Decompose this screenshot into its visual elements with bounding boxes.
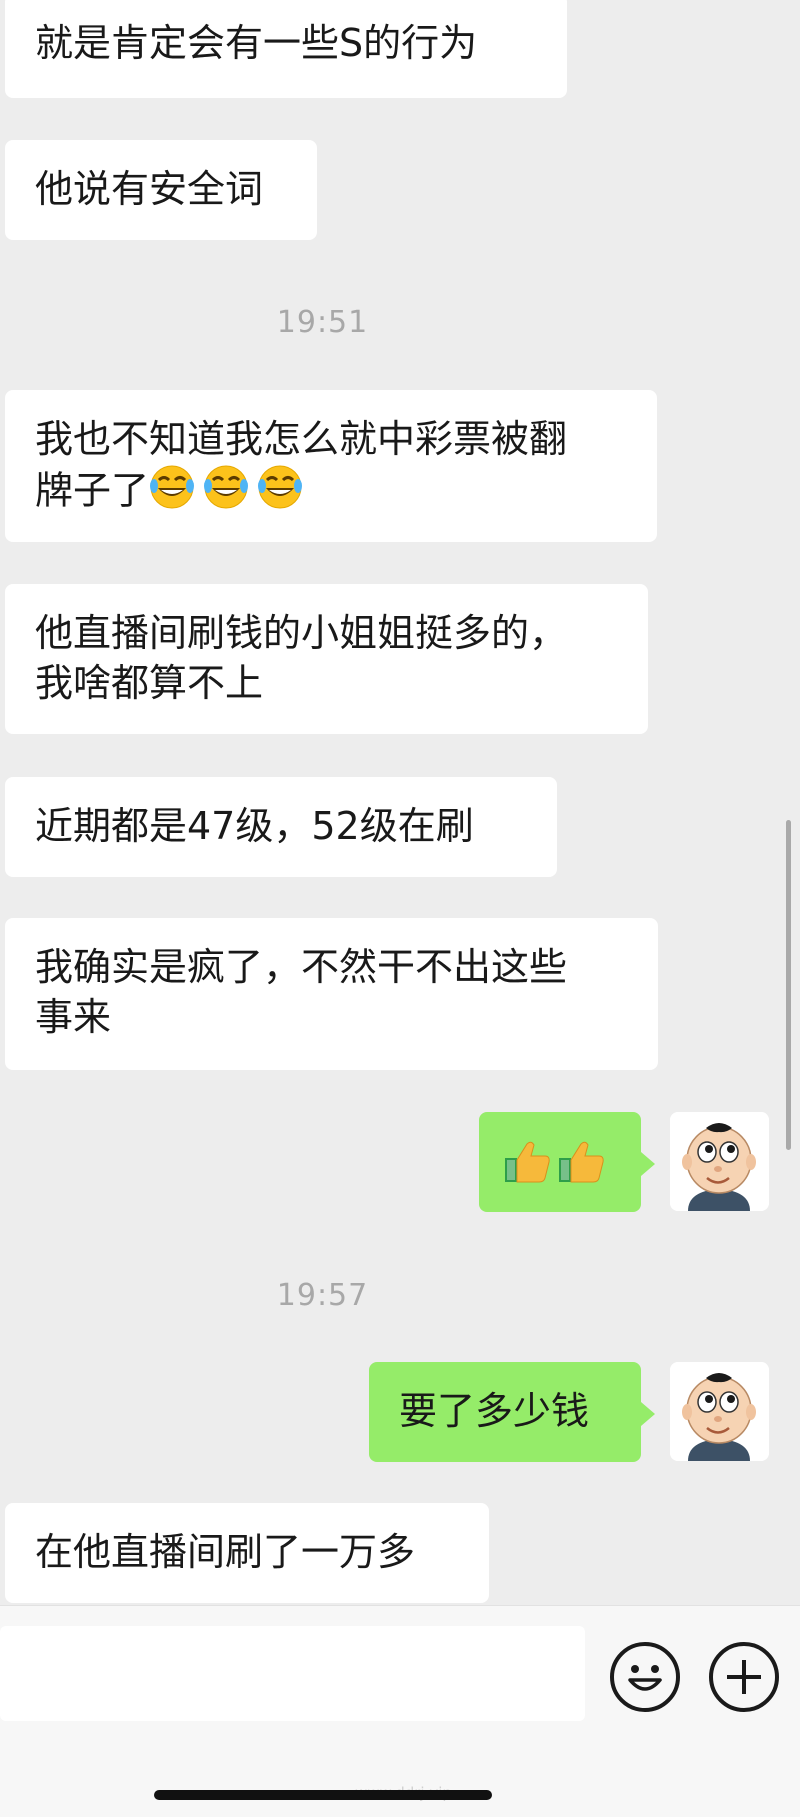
crying-laughing-face-icon	[149, 464, 305, 522]
message-text: 要了多少钱	[399, 1389, 590, 1433]
message-bubble-incoming[interactable]: 近期都是47级，52级在刷	[5, 777, 557, 877]
message-text-line: 我啥都算不上	[35, 661, 264, 705]
avatar[interactable]	[670, 1362, 769, 1461]
message-bubble-incoming[interactable]: 我也不知道我怎么就中彩票被翻 牌子了	[5, 390, 657, 542]
message-input[interactable]	[0, 1626, 585, 1721]
smiley-icon	[628, 1665, 662, 1691]
message-text: 近期都是47级，52级在刷	[35, 804, 474, 848]
plus-icon	[727, 1660, 761, 1694]
thumbs-up-icon	[503, 1138, 615, 1198]
timestamp: 19:57	[276, 1278, 369, 1313]
home-indicator[interactable]	[154, 1790, 492, 1800]
message-text: 就是肯定会有一些S的行为	[35, 21, 478, 65]
emoji-button[interactable]	[610, 1642, 680, 1712]
scrollbar[interactable]	[786, 820, 791, 1150]
chat-message-list[interactable]: 就是肯定会有一些S的行为 他说有安全词 19:51 我也不知道我怎么就中彩票被翻…	[0, 0, 800, 1605]
message-text-line: 我也不知道我怎么就中彩票被翻	[35, 417, 568, 461]
message-text-line: 我确实是疯了，不然干不出这些	[35, 945, 568, 989]
message-text: 他说有安全词	[35, 167, 264, 211]
message-bubble-incoming[interactable]: 他说有安全词	[5, 140, 317, 240]
message-bubble-incoming[interactable]: 我确实是疯了，不然干不出这些 事来	[5, 918, 658, 1070]
message-bubble-incoming[interactable]: 他直播间刷钱的小姐姐挺多的， 我啥都算不上	[5, 584, 648, 734]
more-button[interactable]	[709, 1642, 779, 1712]
message-text: 在他直播间刷了一万多	[35, 1530, 416, 1574]
message-text-line: 事来	[35, 995, 112, 1039]
message-bubble-incoming[interactable]: 就是肯定会有一些S的行为	[5, 0, 567, 98]
message-text-line: 他直播间刷钱的小姐姐挺多的，	[35, 611, 568, 655]
message-bubble-outgoing[interactable]: 要了多少钱	[369, 1362, 655, 1462]
avatar[interactable]	[670, 1112, 769, 1211]
message-bubble-incoming[interactable]: 在他直播间刷了一万多	[5, 1503, 489, 1603]
timestamp: 19:51	[276, 305, 369, 340]
message-text-line: 牌子了	[35, 468, 150, 513]
message-bubble-outgoing[interactable]	[479, 1112, 655, 1212]
